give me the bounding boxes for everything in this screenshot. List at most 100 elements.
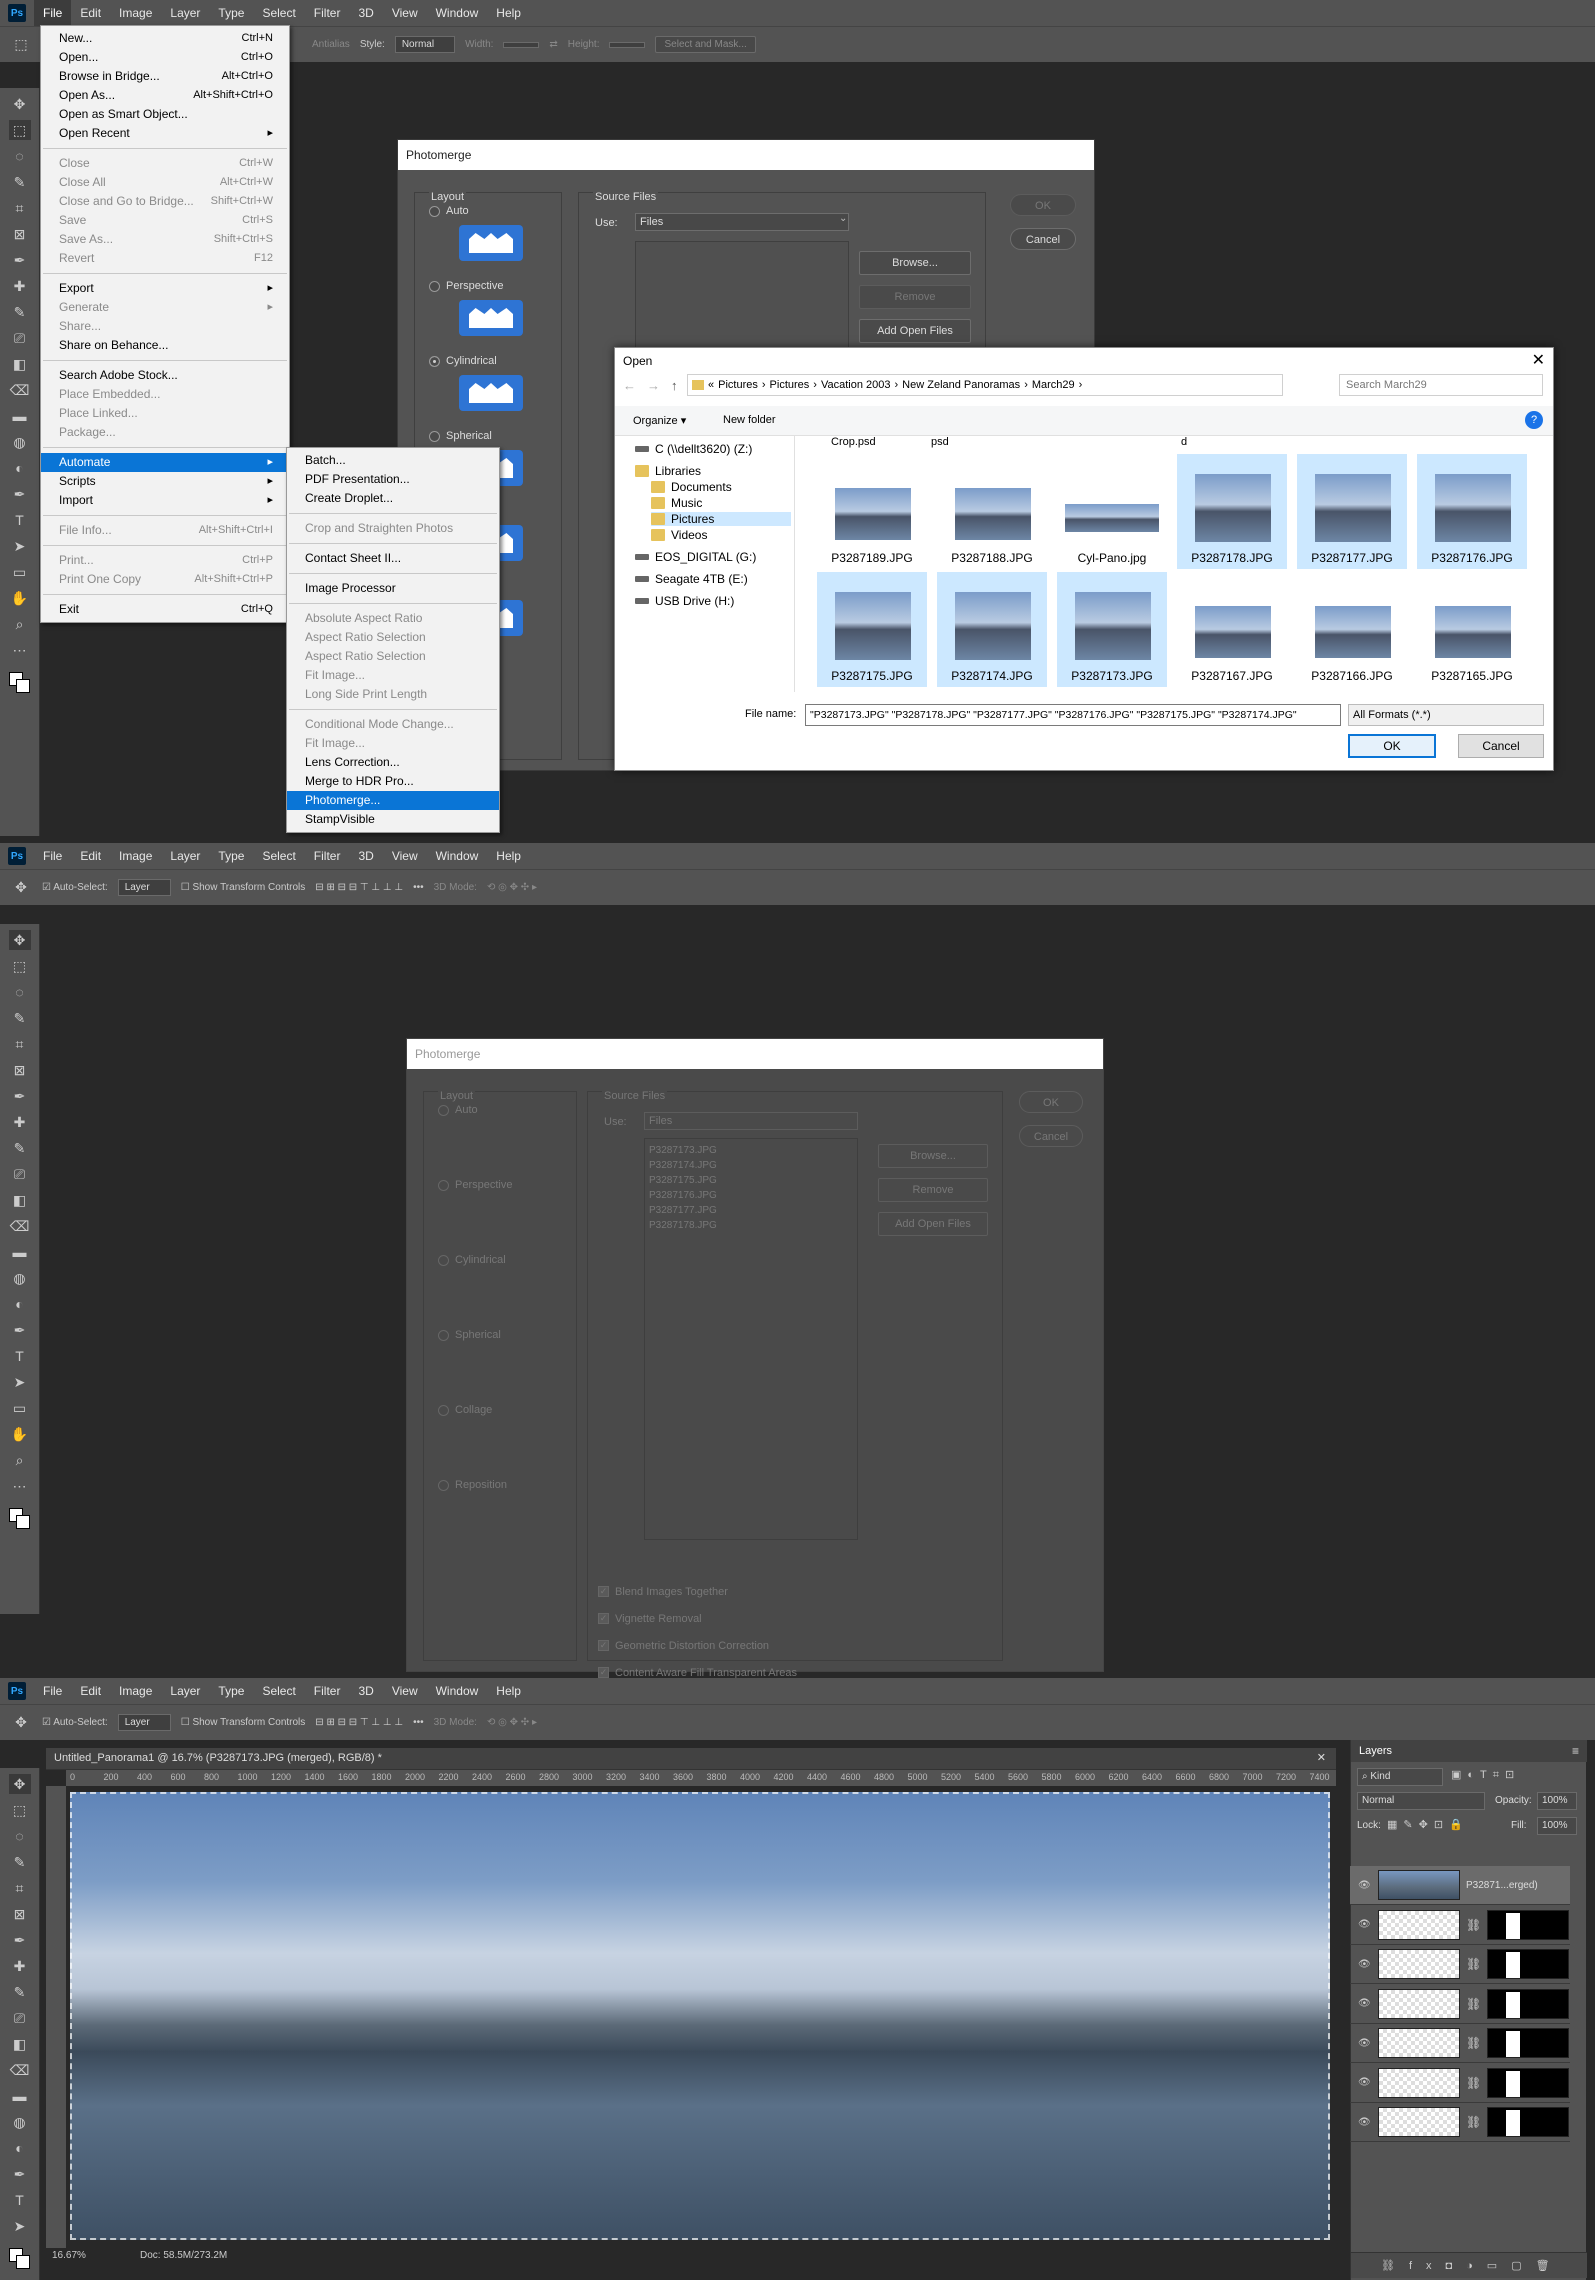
opacity-input[interactable]: 100% — [1537, 1792, 1577, 1810]
lock-icons[interactable]: ▦✎✥⊡🔒 — [1387, 1818, 1469, 1831]
nav-item-eos-digital-g-[interactable]: EOS_DIGITAL (G:) — [635, 550, 756, 564]
menu-help[interactable]: Help — [487, 843, 530, 869]
move-tool-icon[interactable]: ✥ — [8, 1774, 31, 1794]
pen-tool-icon[interactable]: ✒ — [9, 1320, 31, 1340]
layer-row[interactable]: 👁 ⛓ — [1350, 1985, 1570, 2024]
menu-file[interactable]: File — [34, 843, 71, 869]
menu-type[interactable]: Type — [209, 0, 253, 26]
file-thumbnail[interactable]: Cyl-Pano.jpg — [1057, 454, 1167, 569]
auto-select-target-select[interactable]: Layer — [117, 879, 171, 896]
file-menu-item[interactable]: Open as Smart Object... — [41, 105, 289, 124]
layer-row[interactable]: 👁 ⛓ — [1350, 1945, 1570, 1984]
layout-perspective-icon[interactable] — [459, 300, 523, 336]
crop-tool-icon[interactable]: ⌗ — [9, 198, 31, 218]
menu-edit[interactable]: Edit — [71, 0, 110, 26]
menu-help[interactable]: Help — [487, 1678, 530, 1704]
height-input[interactable] — [609, 41, 646, 48]
address-bar[interactable]: «Pictures › Pictures › Vacation 2003 › New Zel… — [687, 374, 1283, 396]
quick-select-icon[interactable]: ✎ — [9, 1852, 31, 1872]
use-select[interactable]: Files — [644, 1112, 858, 1130]
clone-stamp-icon[interactable]: ⎚ — [9, 1164, 31, 1184]
file-thumbnail[interactable]: P3287166.JPG — [1297, 572, 1407, 687]
swap-icon[interactable]: ⇄ — [549, 39, 557, 50]
menu-help[interactable]: Help — [487, 0, 530, 26]
auto-select-target-select[interactable]: Layer — [117, 1714, 171, 1731]
file-menu-item[interactable]: New... Ctrl+N — [41, 29, 289, 48]
shape-tool-icon[interactable]: ▭ — [9, 1398, 31, 1418]
menu-view[interactable]: View — [383, 0, 427, 26]
dodge-icon[interactable]: ◐ — [9, 2138, 31, 2158]
layout-radio-cylindrical[interactable]: Cylindrical — [429, 355, 497, 367]
layout-radio-spherical[interactable]: Spherical — [429, 430, 492, 442]
gradient-icon[interactable]: ▬ — [9, 2086, 31, 2106]
color-swatches-icon[interactable] — [8, 2248, 31, 2270]
file-menu-item[interactable]: Open Recent ▸ — [41, 124, 289, 143]
layout-radio-reposition[interactable]: Reposition — [438, 1479, 507, 1491]
layout-auto-icon[interactable] — [459, 225, 523, 261]
forward-arrow-icon[interactable]: → — [647, 378, 660, 393]
clone-stamp-icon[interactable]: ⎚ — [9, 328, 31, 348]
automate-menu-item[interactable]: Absolute Aspect Ratio — [287, 609, 499, 628]
eraser-icon[interactable]: ⌫ — [9, 380, 31, 400]
menu-layer[interactable]: Layer — [161, 1678, 209, 1704]
ok-button[interactable]: OK — [1010, 194, 1076, 216]
shape-tool-icon[interactable]: ▭ — [9, 562, 31, 582]
menu-file[interactable]: File — [34, 1678, 71, 1704]
file-thumbnail[interactable]: P3287173.JPG — [1057, 572, 1167, 687]
menu-select[interactable]: Select — [253, 1678, 304, 1704]
source-file-item[interactable]: P3287174.JPG — [649, 1158, 853, 1173]
nav-item-music[interactable]: Music — [651, 496, 702, 510]
source-file-item[interactable]: P3287173.JPG — [649, 1143, 853, 1158]
panel-menu-icon[interactable]: ≡ — [1572, 1744, 1579, 1758]
layers-tab[interactable]: Layers — [1359, 1745, 1392, 1757]
nav-item-libraries[interactable]: Libraries — [635, 464, 701, 478]
file-thumbnail[interactable]: P3287167.JPG — [1177, 572, 1287, 687]
file-menu-item[interactable]: Export ▸ — [41, 279, 289, 298]
layout-radio-auto[interactable]: Auto — [429, 205, 469, 217]
breadcrumb-item[interactable]: March29 — [1032, 379, 1075, 391]
crop-tool-icon[interactable]: ⌗ — [9, 1034, 31, 1054]
brush-tool-icon[interactable]: ✎ — [9, 302, 31, 322]
source-file-item[interactable]: P3287177.JPG — [649, 1203, 853, 1218]
type-tool-icon[interactable]: T — [9, 2190, 31, 2210]
file-menu-item[interactable]: Share... — [41, 317, 289, 336]
eyedropper-icon[interactable]: ✒ — [9, 1086, 31, 1106]
file-menu-item[interactable]: Share on Behance... — [41, 336, 289, 355]
zoom-tool-icon[interactable]: ⌕ — [9, 614, 31, 634]
pen-tool-icon[interactable]: ✒ — [9, 484, 31, 504]
file-menu-item[interactable]: Close All Alt+Ctrl+W — [41, 173, 289, 192]
layout-radio-spherical[interactable]: Spherical — [438, 1329, 501, 1341]
file-thumbnail[interactable]: P3287165.JPG — [1417, 572, 1527, 687]
marquee-tool-icon[interactable]: ⬚ — [9, 956, 31, 976]
automate-menu-item[interactable]: Fit Image... — [287, 734, 499, 753]
breadcrumb-item[interactable]: Vacation 2003 — [821, 379, 891, 391]
show-transform-controls-checkbox[interactable]: ☐ Show Transform Controls — [181, 1717, 306, 1728]
visibility-eye-icon[interactable]: 👁 — [1358, 2117, 1372, 2128]
frame-tool-icon[interactable]: ⊠ — [9, 1904, 31, 1924]
layer-filter-icons[interactable]: ▣◐T⌗⊡ — [1451, 1768, 1520, 1782]
use-select[interactable]: Files — [635, 213, 849, 231]
eraser-icon[interactable]: ⌫ — [9, 2060, 31, 2080]
healing-brush-icon[interactable]: ✚ — [9, 1956, 31, 1976]
style-select[interactable]: Normal — [394, 36, 456, 53]
help-icon[interactable]: ? — [1525, 411, 1543, 429]
auto-select-checkbox[interactable]: ☑ Auto-Select: — [42, 1717, 108, 1728]
healing-brush-icon[interactable]: ✚ — [9, 1112, 31, 1132]
open-ok-button[interactable]: OK — [1348, 734, 1436, 758]
file-thumbnail[interactable]: P3287188.JPG — [937, 454, 1047, 569]
file-menu-item[interactable]: Save As... Shift+Ctrl+S — [41, 230, 289, 249]
3d-mode-icons[interactable]: ⟲ ◎ ✥ ✣ ▸ — [487, 882, 537, 893]
visibility-eye-icon[interactable]: 👁 — [1358, 1959, 1372, 1970]
file-menu-item[interactable]: Scripts ▸ — [41, 472, 289, 491]
history-brush-icon[interactable]: ◧ — [9, 1190, 31, 1210]
marquee-tool-icon[interactable]: ⬚ — [8, 120, 31, 140]
source-file-item[interactable]: P3287176.JPG — [649, 1188, 853, 1203]
menu-window[interactable]: Window — [427, 0, 488, 26]
file-menu-item[interactable]: Import ▸ — [41, 491, 289, 510]
up-arrow-icon[interactable]: ↑ — [671, 378, 678, 393]
option-checkbox[interactable]: ✓ Geometric Distortion Correction — [598, 1632, 797, 1659]
type-tool-icon[interactable]: T — [9, 510, 31, 530]
more-options-icon[interactable]: ••• — [413, 882, 424, 893]
file-menu-item[interactable]: Package... — [41, 423, 289, 442]
clone-stamp-icon[interactable]: ⎚ — [9, 2008, 31, 2028]
